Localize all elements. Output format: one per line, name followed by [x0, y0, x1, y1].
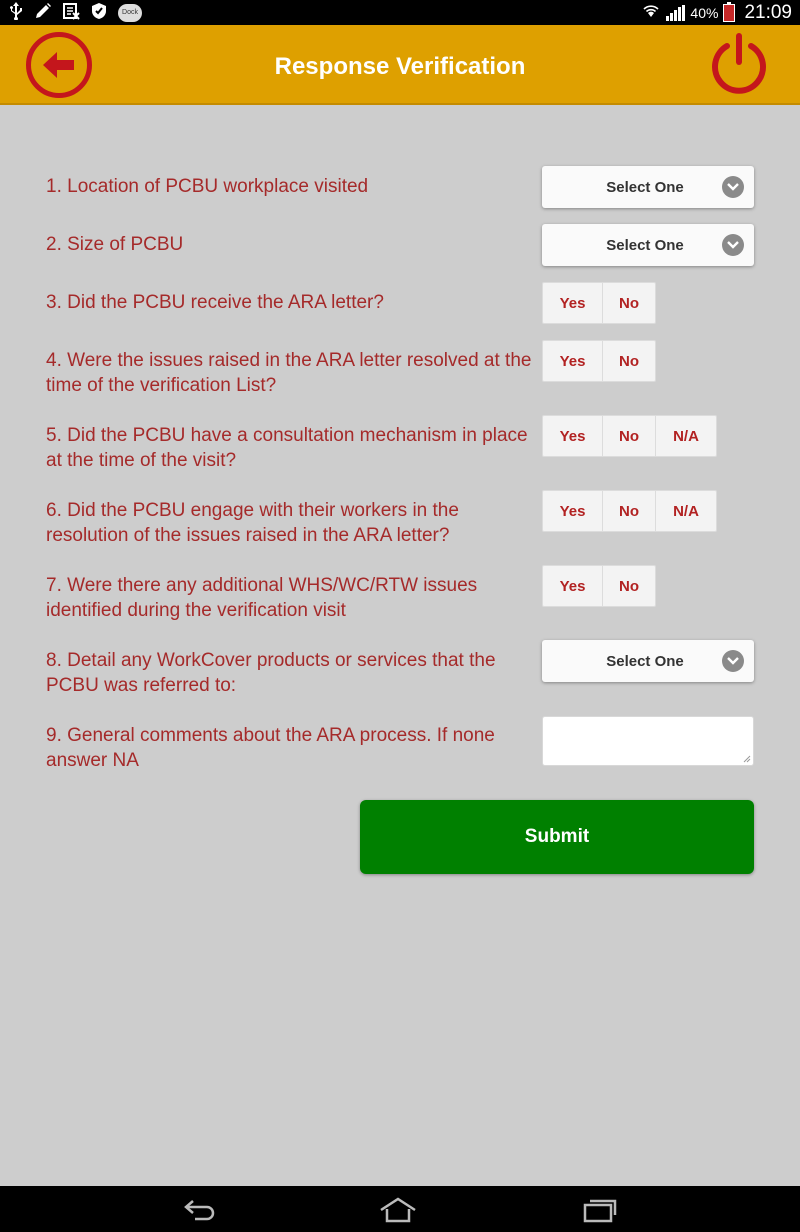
chevron-down-icon	[722, 234, 744, 256]
recents-nav-button[interactable]	[578, 1195, 622, 1225]
select-value: Select One	[606, 236, 684, 254]
question-3-label: 3. Did the PCBU receive the ARA letter?	[46, 292, 384, 313]
power-button[interactable]	[706, 31, 772, 97]
navigation-bar	[0, 1186, 800, 1232]
shield-icon	[90, 2, 108, 23]
question-4-buttons: Yes No	[542, 340, 656, 382]
battery-percent: 40%	[690, 4, 719, 21]
chevron-down-icon	[722, 650, 744, 672]
app-badge-icon: Dock	[118, 3, 142, 22]
resize-grip-icon[interactable]	[743, 755, 751, 763]
back-nav-button[interactable]	[178, 1195, 222, 1225]
sim-icon	[62, 2, 80, 23]
select-value: Select One	[606, 178, 684, 196]
question-3-buttons: Yes No	[542, 282, 656, 324]
comments-textarea[interactable]	[542, 716, 754, 766]
yes-button[interactable]: Yes	[542, 415, 603, 457]
back-nav-icon	[184, 1200, 215, 1221]
power-icon	[712, 33, 766, 94]
question-1-select[interactable]: Select One	[542, 166, 754, 208]
no-button[interactable]: No	[603, 340, 656, 382]
app-header: Response Verification	[0, 25, 800, 105]
yes-button[interactable]: Yes	[542, 490, 603, 532]
question-8-select[interactable]: Select One	[542, 640, 754, 682]
submit-button[interactable]: Submit	[360, 800, 754, 874]
na-button[interactable]: N/A	[656, 490, 717, 532]
select-value: Select One	[606, 652, 684, 670]
home-nav-button[interactable]	[376, 1195, 420, 1225]
pencil-icon	[34, 2, 52, 23]
question-8-label: 8. Detail any WorkCover products or serv…	[46, 650, 496, 696]
status-left-icons: Dock	[8, 2, 142, 23]
back-arrow-icon	[43, 52, 74, 78]
usb-icon	[8, 2, 24, 23]
question-6-buttons: Yes No N/A	[542, 490, 717, 532]
status-right-icons: 40% 21:09	[641, 1, 792, 24]
question-2-label: 2. Size of PCBU	[46, 234, 184, 255]
signal-strength-icon	[666, 4, 686, 21]
wifi-icon	[641, 2, 661, 23]
question-7-label: 7. Were there any additional WHS/WC/RTW …	[46, 575, 478, 621]
clock: 21:09	[744, 1, 792, 23]
yes-button[interactable]: Yes	[542, 565, 603, 607]
no-button[interactable]: No	[603, 565, 656, 607]
na-button[interactable]: N/A	[656, 415, 717, 457]
question-1-label: 1. Location of PCBU workplace visited	[46, 176, 369, 197]
battery-icon	[723, 1, 736, 22]
question-2-select[interactable]: Select One	[542, 224, 754, 266]
no-button[interactable]: No	[603, 282, 656, 324]
app-screen: Dock 40% 21:09 Response Verification 1. …	[0, 0, 800, 1232]
question-4-label: 4. Were the issues raised in the ARA let…	[46, 350, 532, 396]
chevron-down-icon	[722, 176, 744, 198]
back-button[interactable]	[26, 32, 92, 98]
no-button[interactable]: No	[603, 415, 656, 457]
home-nav-icon	[380, 1197, 416, 1223]
no-button[interactable]: No	[603, 490, 656, 532]
question-9-label: 9. General comments about the ARA proces…	[46, 725, 495, 771]
page-title: Response Verification	[274, 53, 526, 80]
yes-button[interactable]: Yes	[542, 340, 603, 382]
yes-button[interactable]: Yes	[542, 282, 603, 324]
question-5-buttons: Yes No N/A	[542, 415, 717, 457]
recents-nav-icon	[583, 1199, 617, 1223]
question-7-buttons: Yes No	[542, 565, 656, 607]
question-6-label: 6. Did the PCBU engage with their worker…	[46, 500, 459, 546]
status-bar: Dock 40% 21:09	[0, 0, 800, 25]
question-5-label: 5. Did the PCBU have a consultation mech…	[46, 425, 528, 471]
